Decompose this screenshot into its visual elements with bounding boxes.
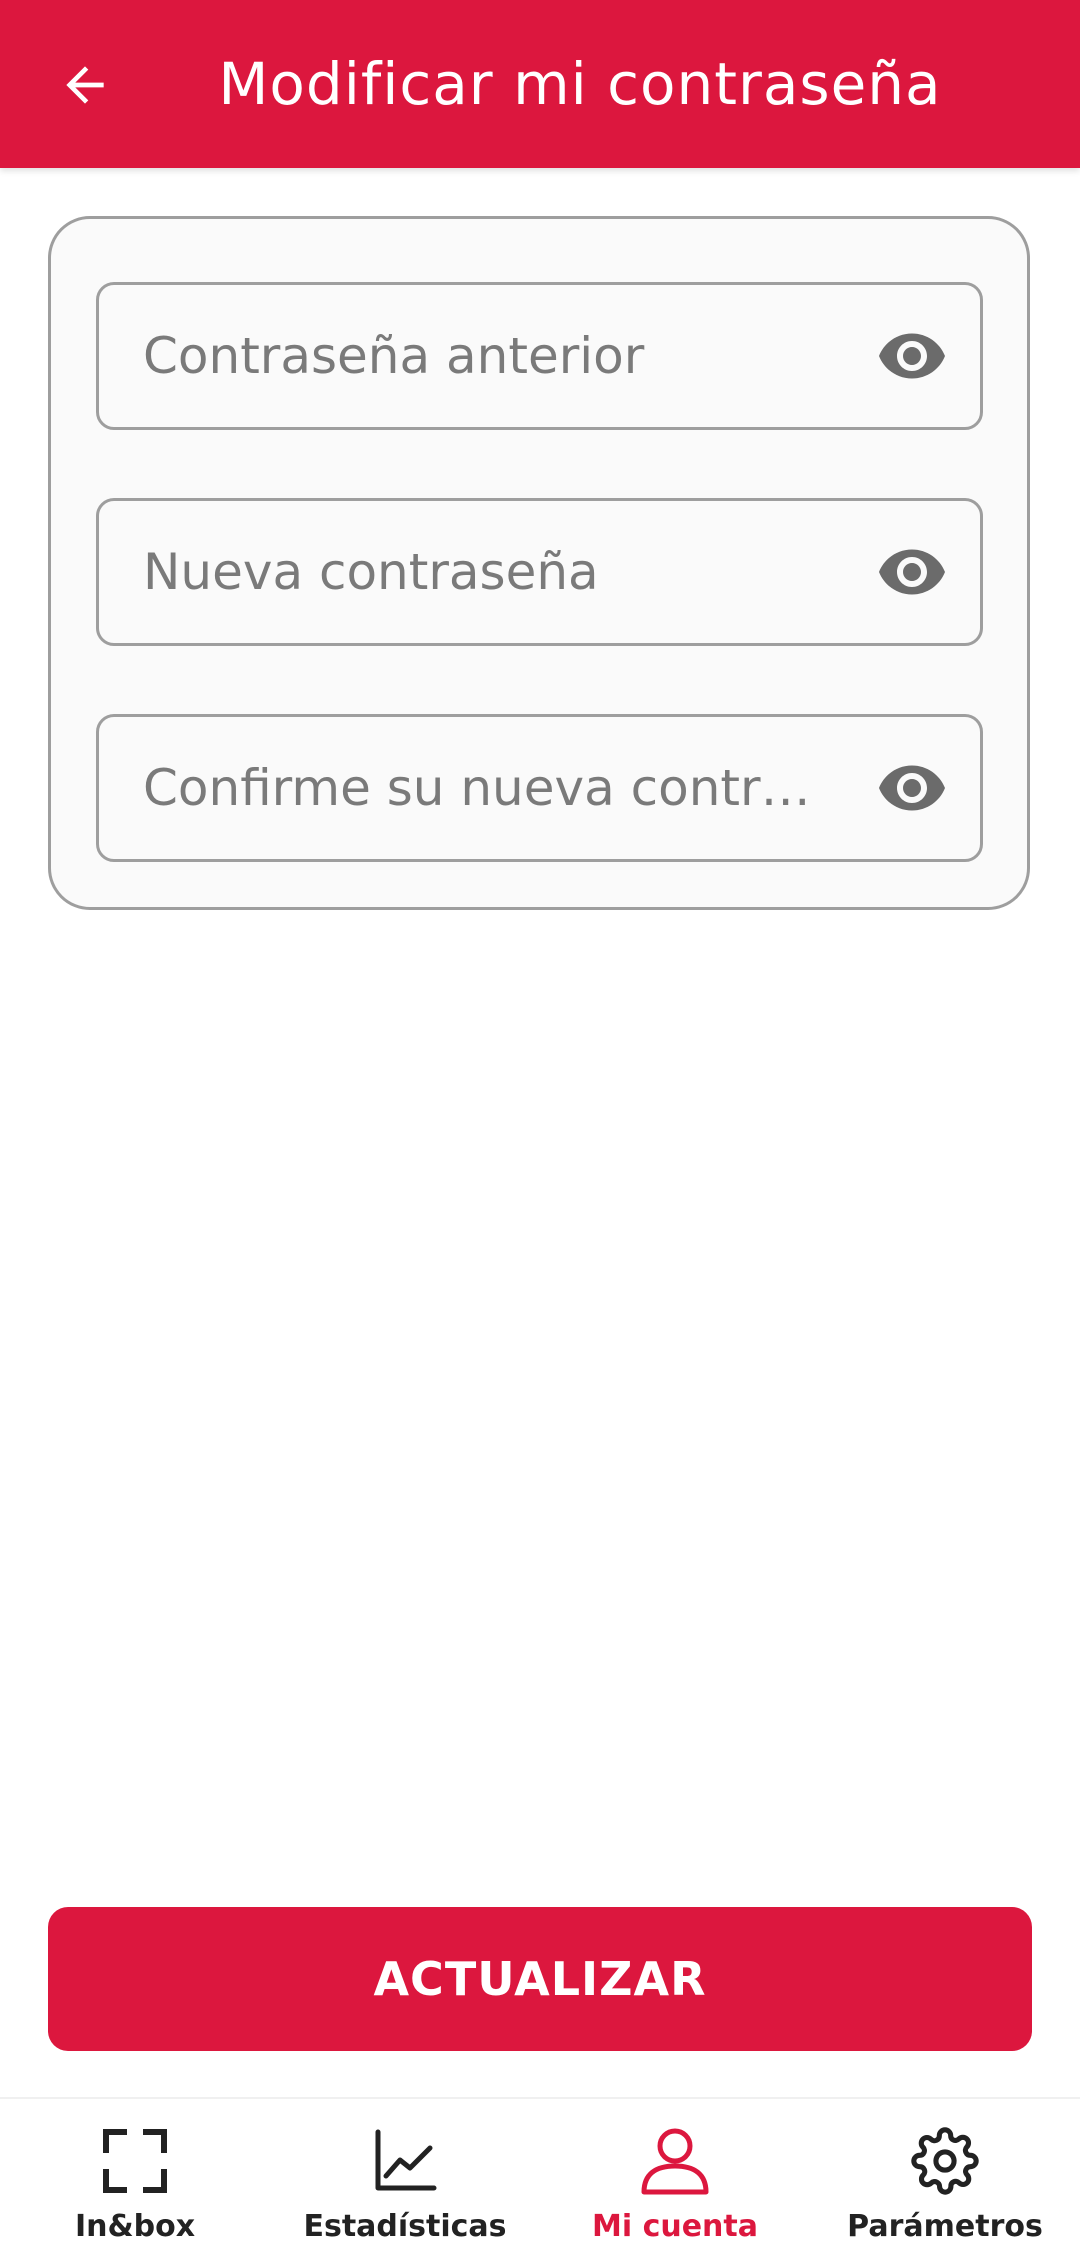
user-icon bbox=[639, 2125, 711, 2197]
confirm-password-input[interactable] bbox=[143, 717, 833, 859]
nav-label-my-account: Mi cuenta bbox=[591, 2209, 758, 2244]
nav-label-inbox: In&box bbox=[74, 2209, 196, 2244]
nav-item-my-account[interactable]: Mi cuenta bbox=[540, 2099, 810, 2267]
app-bar: Modificar mi contraseña bbox=[0, 0, 1080, 168]
nav-label-settings: Parámetros bbox=[847, 2209, 1043, 2244]
old-password-field[interactable] bbox=[96, 282, 983, 430]
eye-icon bbox=[879, 549, 945, 595]
new-password-field[interactable] bbox=[96, 498, 983, 646]
eye-icon bbox=[879, 765, 945, 811]
nav-item-inbox[interactable]: In&box bbox=[0, 2099, 270, 2267]
update-button[interactable]: ACTUALIZAR bbox=[48, 1907, 1032, 2051]
nav-item-settings[interactable]: Parámetros bbox=[810, 2099, 1080, 2267]
line-chart-icon bbox=[369, 2125, 441, 2197]
old-password-input[interactable] bbox=[143, 285, 833, 427]
confirm-password-field[interactable] bbox=[96, 714, 983, 862]
eye-icon bbox=[879, 333, 945, 379]
nav-label-statistics: Estadísticas bbox=[303, 2209, 507, 2244]
nav-item-statistics[interactable]: Estadísticas bbox=[270, 2099, 540, 2267]
toggle-visibility-button[interactable] bbox=[872, 316, 952, 396]
toggle-visibility-button[interactable] bbox=[872, 748, 952, 828]
page-title: Modificar mi contraseña bbox=[218, 50, 942, 118]
gear-icon bbox=[909, 2125, 981, 2197]
new-password-input[interactable] bbox=[143, 501, 833, 643]
toggle-visibility-button[interactable] bbox=[872, 532, 952, 612]
bottom-navigation: In&box Estadísticas Mi cuenta Parámetros bbox=[0, 2097, 1080, 2267]
scan-frame-icon bbox=[99, 2125, 171, 2197]
